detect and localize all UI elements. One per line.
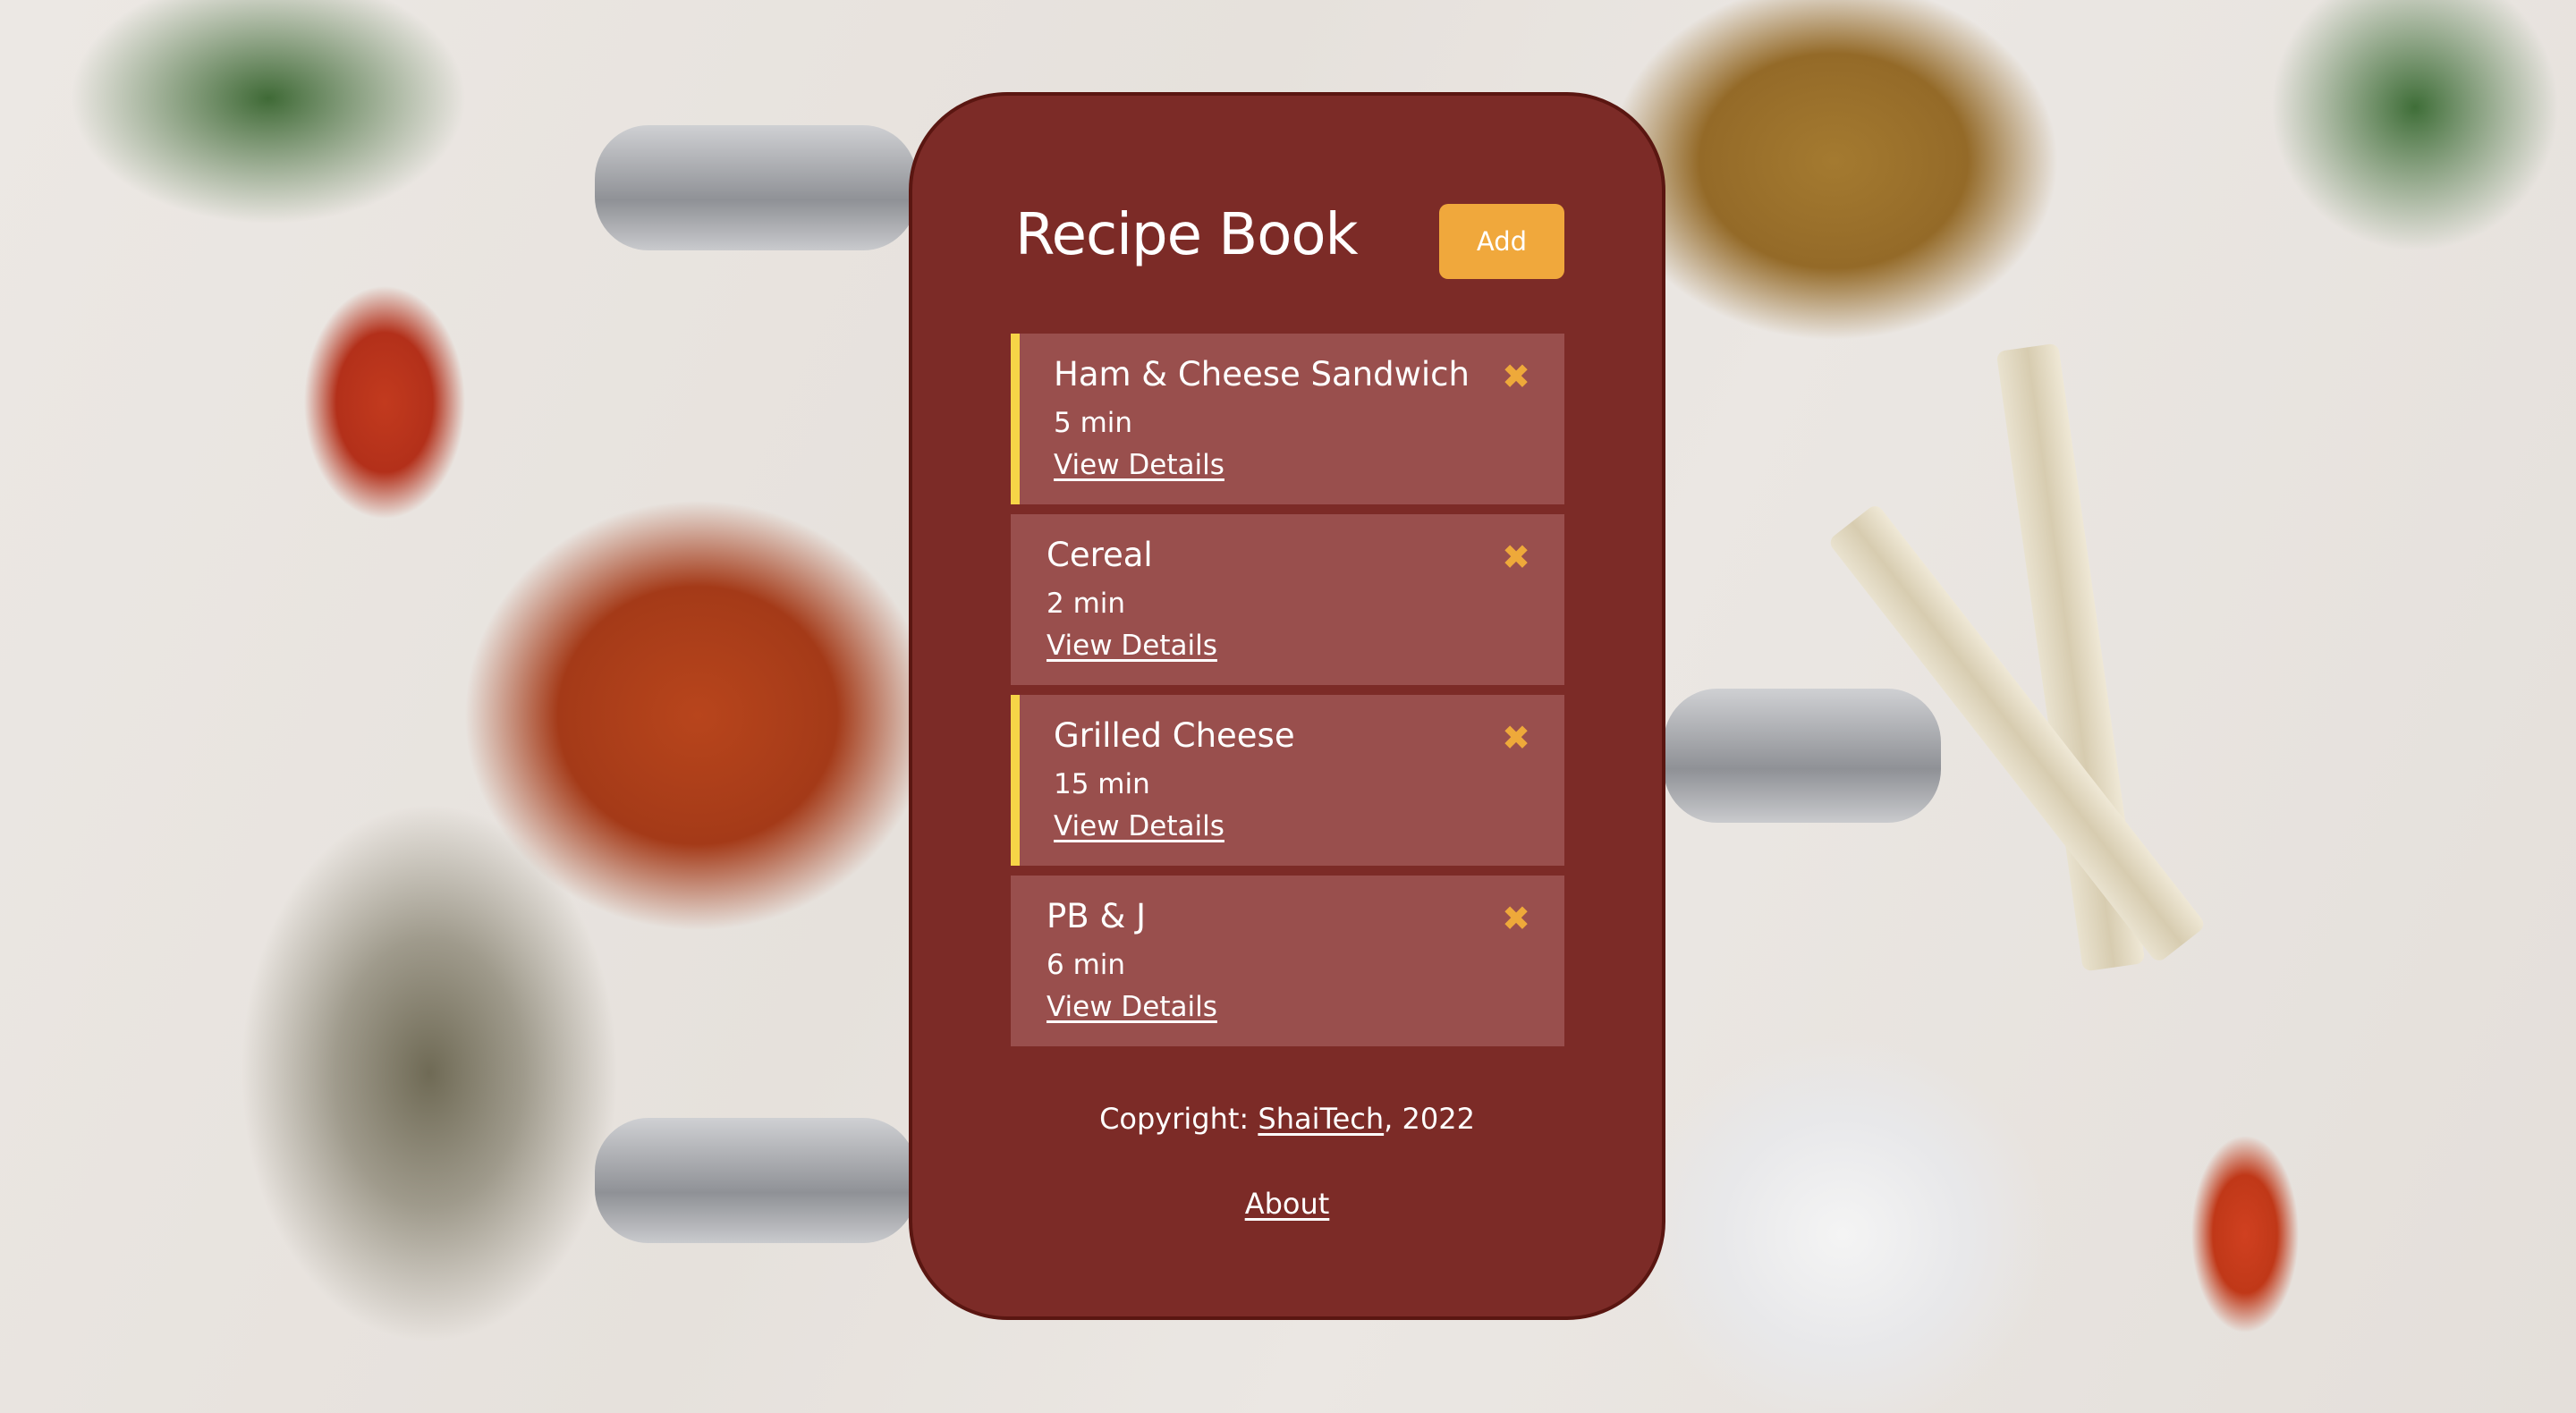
- delete-icon[interactable]: ✖: [1502, 357, 1530, 396]
- recipe-time: 15 min: [1054, 768, 1150, 800]
- recipe-name: Ham & Cheese Sandwich: [1054, 355, 1470, 393]
- add-recipe-button[interactable]: Add: [1439, 204, 1564, 279]
- recipe-time: 6 min: [1046, 949, 1126, 981]
- company-link[interactable]: ShaiTech: [1258, 1102, 1384, 1136]
- recipe-item: PB & J ✖ 6 min View Details: [1011, 876, 1564, 1046]
- view-details-link[interactable]: View Details: [1046, 630, 1217, 662]
- recipe-item: Cereal ✖ 2 min View Details: [1011, 514, 1564, 685]
- recipe-name: PB & J: [1046, 897, 1146, 935]
- copyright-year: , 2022: [1384, 1102, 1475, 1136]
- copyright-line: Copyright: ShaiTech, 2022: [909, 1102, 1665, 1136]
- background-spoon: [1664, 689, 1941, 823]
- background-spoon: [595, 125, 917, 250]
- delete-icon[interactable]: ✖: [1502, 718, 1530, 757]
- recipe-time: 2 min: [1046, 588, 1126, 620]
- copyright-label: Copyright:: [1099, 1102, 1250, 1136]
- recipe-name: Grilled Cheese: [1054, 716, 1295, 755]
- recipe-name: Cereal: [1046, 536, 1153, 574]
- recipe-item: Grilled Cheese ✖ 15 min View Details: [1011, 695, 1564, 866]
- recipe-item: Ham & Cheese Sandwich ✖ 5 min View Detai…: [1011, 334, 1564, 504]
- background-spoon: [595, 1118, 917, 1243]
- delete-icon[interactable]: ✖: [1502, 899, 1530, 938]
- delete-icon[interactable]: ✖: [1502, 537, 1530, 577]
- about-link[interactable]: About: [1245, 1187, 1330, 1221]
- recipe-time: 5 min: [1054, 407, 1133, 439]
- page-title: Recipe Book: [1015, 202, 1359, 268]
- about-row: About: [909, 1187, 1665, 1221]
- view-details-link[interactable]: View Details: [1054, 810, 1224, 842]
- view-details-link[interactable]: View Details: [1046, 991, 1217, 1023]
- view-details-link[interactable]: View Details: [1054, 449, 1224, 481]
